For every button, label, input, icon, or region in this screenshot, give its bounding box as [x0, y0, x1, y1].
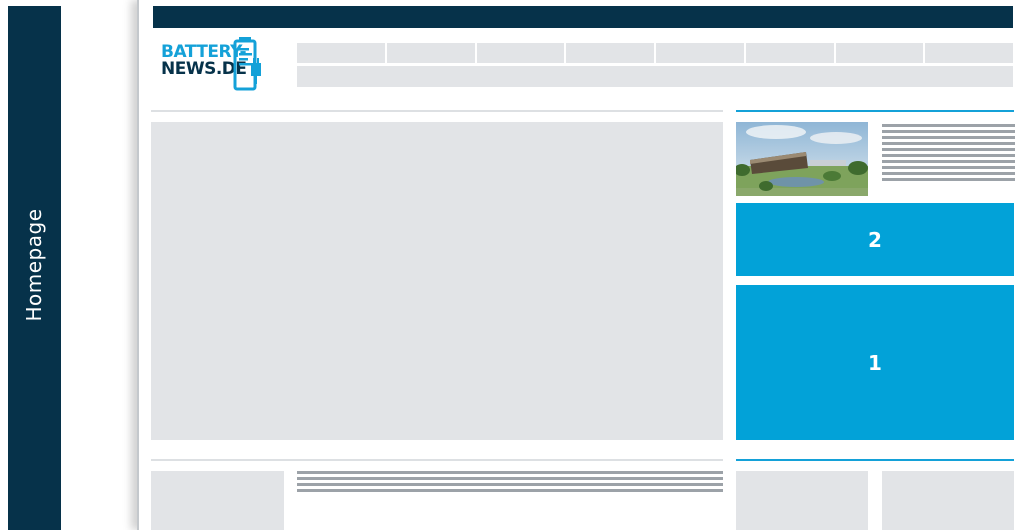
top-bar — [153, 6, 1013, 28]
hero-article-placeholder — [151, 122, 723, 440]
battery-plug-icon — [233, 37, 261, 91]
nav-item-placeholder[interactable] — [835, 43, 924, 63]
main-column-divider — [151, 110, 723, 112]
sidebar-card-placeholder-left — [736, 471, 868, 530]
page-type-label: Homepage — [22, 208, 46, 322]
nav-item-placeholder[interactable] — [925, 43, 1013, 63]
site-logo: BATTERY- NEWS.DE — [161, 34, 281, 94]
nav-item-placeholder[interactable] — [386, 43, 475, 63]
article-card-text-placeholder — [297, 471, 723, 495]
main-navigation — [297, 43, 1013, 63]
nav-item-placeholder[interactable] — [566, 43, 654, 63]
sidebar-divider — [736, 110, 1014, 112]
factory-landscape-image — [736, 122, 868, 196]
nav-item-placeholder[interactable] — [476, 43, 565, 63]
nav-item-placeholder[interactable] — [745, 43, 834, 63]
sub-navigation-bar — [297, 66, 1013, 87]
lower-main-divider — [151, 459, 723, 461]
article-card-thumbnail-placeholder — [151, 471, 284, 530]
teaser-text-placeholder — [882, 124, 1015, 184]
sidebar-card-placeholder-right — [882, 471, 1014, 530]
lower-sidebar-divider — [736, 459, 1014, 461]
article-thumbnail-image — [736, 122, 868, 196]
website-mockup-frame: BATTERY- NEWS.DE 2 1 — [137, 0, 1020, 530]
nav-item-placeholder[interactable] — [297, 43, 385, 63]
ad-position-1: 1 — [736, 285, 1014, 440]
nav-item-placeholder[interactable] — [656, 43, 744, 63]
ad-position-2: 2 — [736, 203, 1014, 276]
